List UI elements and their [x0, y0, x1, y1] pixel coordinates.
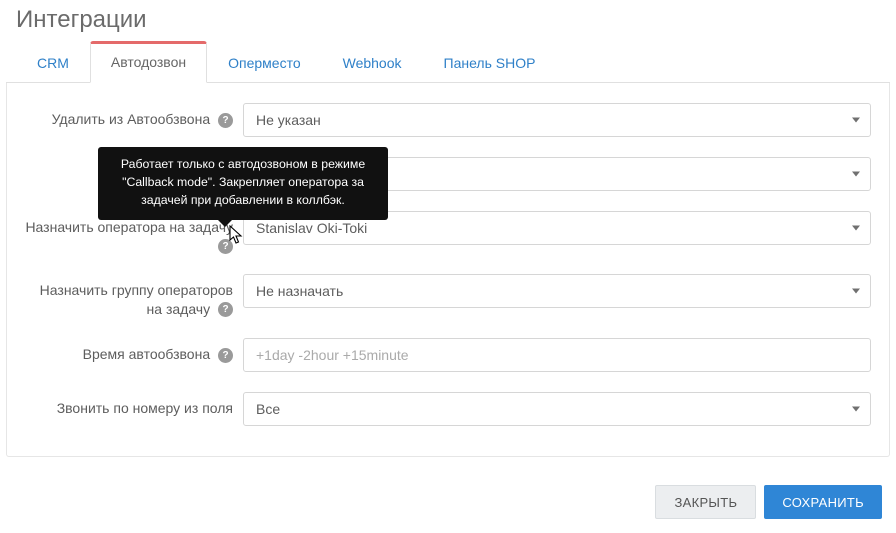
label-autodial-time: Время автообзвона [83, 346, 210, 362]
help-icon[interactable]: ? [218, 239, 233, 254]
chevron-down-icon [852, 226, 860, 231]
select-value: Все [256, 401, 280, 417]
help-icon[interactable]: ? [218, 302, 233, 317]
select-call-number-field[interactable]: Все [243, 392, 871, 426]
help-icon[interactable]: ? [218, 348, 233, 363]
row-remove-from-autodial: Удалить из Автообзвона ? Не указан [25, 103, 871, 137]
row-autodial-time: Время автообзвона ? +1day -2hour +15minu… [25, 338, 871, 372]
tabs: CRM Автодозвон Оперместо Webhook Панель … [6, 40, 890, 83]
help-icon[interactable]: ? [218, 113, 233, 128]
label-assign-group: Назначить группу операторов на задачу [40, 282, 233, 316]
save-button[interactable]: СОХРАНИТЬ [764, 485, 882, 519]
input-autodial-time[interactable]: +1day -2hour +15minute [243, 338, 871, 372]
row-call-number-field: Звонить по номеру из поля Все [25, 392, 871, 426]
tab-crm[interactable]: CRM [16, 44, 90, 83]
tab-autodial[interactable]: Автодозвон [90, 41, 207, 83]
tab-webhook[interactable]: Webhook [322, 44, 423, 83]
page-title: Интеграции [16, 6, 896, 34]
select-value: Не назначать [256, 283, 343, 299]
select-assign-group[interactable]: Не назначать [243, 274, 871, 308]
label-assign-operator: Назначить оператора на задачу [25, 219, 233, 235]
label-call-number-field: Звонить по номеру из поля [57, 400, 233, 416]
tab-panel-shop[interactable]: Панель SHOP [423, 44, 557, 83]
close-button[interactable]: ЗАКРЫТЬ [655, 485, 756, 519]
select-remove-from-autodial[interactable]: Не указан [243, 103, 871, 137]
select-value: Stanislav Oki-Toki [256, 220, 367, 236]
footer-buttons: ЗАКРЫТЬ СОХРАНИТЬ [655, 485, 882, 519]
tab-opermesto[interactable]: Оперместо [207, 44, 322, 83]
label-remove-from-autodial: Удалить из Автообзвона [52, 111, 210, 127]
tooltip: Работает только с автодозвоном в режиме … [98, 147, 388, 220]
select-value: Не указан [256, 112, 321, 128]
input-placeholder: +1day -2hour +15minute [256, 347, 409, 363]
chevron-down-icon [852, 289, 860, 294]
chevron-down-icon [852, 118, 860, 123]
form-panel: Удалить из Автообзвона ? Не указан Доб Н… [6, 83, 890, 457]
chevron-down-icon [852, 406, 860, 411]
row-assign-group: Назначить группу операторов на задачу ? … [25, 274, 871, 317]
chevron-down-icon [852, 172, 860, 177]
